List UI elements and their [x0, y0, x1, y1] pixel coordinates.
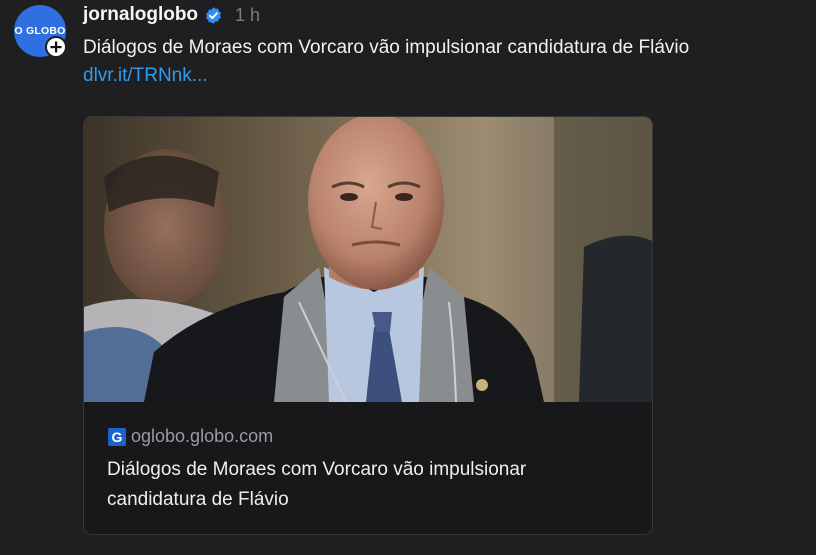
post-header: jornaloglobo 1 h — [83, 2, 260, 28]
card-title: Diálogos de Moraes com Vorcaro vão impul… — [107, 459, 527, 510]
globo-g-icon: G — [108, 427, 126, 446]
post-body-text: Diálogos de Moraes com Vorcaro vão impul… — [83, 37, 690, 58]
post-timestamp: 1 h — [235, 4, 261, 25]
link-preview-card[interactable]: G oglobo.globo.com Diálogos de Moraes co… — [83, 116, 653, 535]
thread-post: O GLOBO jornaloglobo 1 h Diálogos de Mor… — [0, 0, 816, 555]
card-domain: oglobo.globo.com — [131, 426, 274, 446]
card-body: G oglobo.globo.com Diálogos de Moraes co… — [84, 402, 652, 534]
card-source: G oglobo.globo.com — [108, 426, 273, 447]
news-photo — [84, 117, 652, 402]
verified-badge-icon — [204, 6, 223, 25]
username[interactable]: jornaloglobo — [83, 4, 198, 26]
post-link[interactable]: dlvr.it/TRNnk... — [83, 65, 208, 86]
follow-button[interactable] — [45, 36, 67, 58]
plus-icon — [50, 41, 62, 53]
post-text: Diálogos de Moraes com Vorcaro vão impul… — [83, 34, 808, 90]
